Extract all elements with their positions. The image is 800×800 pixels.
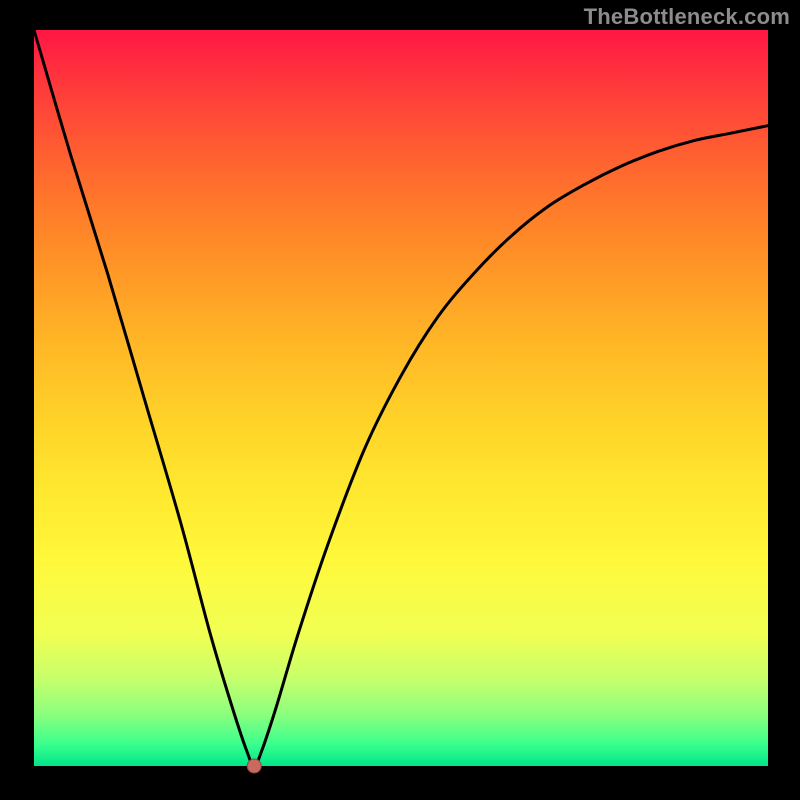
- chart-svg: [0, 0, 800, 800]
- watermark-text: TheBottleneck.com: [584, 4, 790, 30]
- chart-frame: { "watermark": "TheBottleneck.com", "col…: [0, 0, 800, 800]
- optimum-marker: [247, 759, 261, 773]
